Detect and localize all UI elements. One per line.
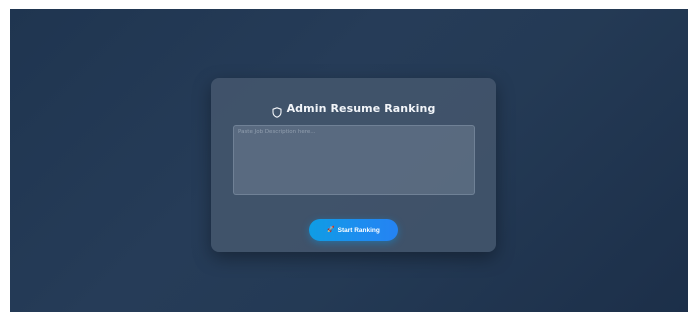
rocket-icon: 🚀 [327, 227, 335, 233]
page-background: Admin Resume Ranking 🚀 Start Ranking [10, 9, 688, 312]
start-ranking-label: Start Ranking [337, 226, 380, 234]
card-header: Admin Resume Ranking [211, 100, 496, 118]
start-ranking-button[interactable]: 🚀 Start Ranking [309, 219, 398, 241]
page-title: Admin Resume Ranking [286, 101, 436, 115]
job-description-input[interactable] [233, 125, 475, 195]
shield-icon [272, 103, 282, 118]
ranking-card: Admin Resume Ranking 🚀 Start Ranking [211, 78, 496, 252]
